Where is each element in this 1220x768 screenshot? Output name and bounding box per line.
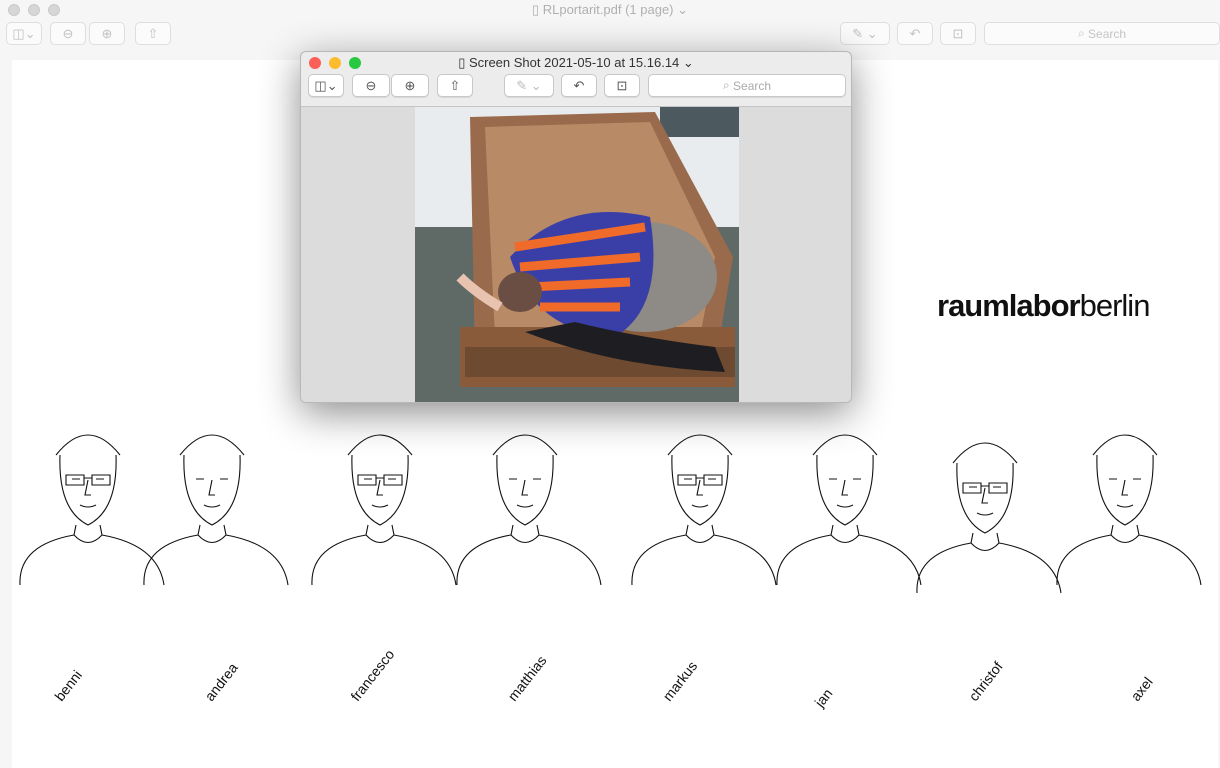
toolbox-icon[interactable]: ⊡ [604,74,640,97]
document-icon: ▯ [531,2,543,17]
zoom-in-icon[interactable]: ⊕ [391,74,429,97]
popup-toolbar: ◫⌄ ⊖ ⊕ ⇧ ✎ ⌄ ↶ ⊡ ⌕ Search [301,74,851,104]
portrait-sketch [311,434,457,586]
search-icon: ⌕ [1077,26,1089,40]
popup-title-bar: ▯ Screen Shot 2021-05-10 at 15.16.14 ⌄ [301,52,851,74]
rotate-icon[interactable]: ↶ [561,74,597,97]
portrait-sketch [916,442,1062,594]
suitcase-photo [415,107,739,402]
toolbar: ◫⌄ ⊖ ⊕ ⇧ ✎ ⌄ ↶ ⊡ ⌕ Search [0,22,1220,52]
sidebar-icon[interactable]: ◫⌄ [6,22,42,45]
zoom-in-icon[interactable]: ⊕ [89,22,125,45]
markup-icon[interactable]: ✎ ⌄ [504,74,554,97]
share-icon[interactable]: ⇧ [135,22,171,45]
close-button[interactable] [8,4,20,16]
minimize-button[interactable] [329,57,341,69]
portrait-sketch [631,434,777,586]
zoom-button[interactable] [349,57,361,69]
document-icon: ▯ [458,55,469,70]
search-icon: ⌕ [722,78,734,92]
markup-icon[interactable]: ✎ ⌄ [840,22,890,45]
preview-popup-window: ▯ Screen Shot 2021-05-10 at 15.16.14 ⌄ ◫… [300,51,852,403]
portrait-sketch [456,434,602,586]
share-icon[interactable]: ⇧ [437,74,473,97]
zoom-out-icon[interactable]: ⊖ [352,74,390,97]
title-bar: ▯ RLportarit.pdf (1 page) ⌄ [0,0,1220,22]
minimize-button[interactable] [28,4,40,16]
portrait-sketch [776,434,922,586]
close-button[interactable] [309,57,321,69]
search-input[interactable]: ⌕ Search [984,22,1220,45]
search-input[interactable]: ⌕ Search [648,74,846,97]
image-view [301,106,851,402]
window-title[interactable]: RLportarit.pdf (1 page) [543,2,674,17]
zoom-out-icon[interactable]: ⊖ [50,22,86,45]
portrait-sketch [19,434,165,586]
rotate-icon[interactable]: ↶ [897,22,933,45]
window-controls [309,57,361,69]
portrait-sketch [143,434,289,586]
zoom-button[interactable] [48,4,60,16]
toolbox-icon[interactable]: ⊡ [940,22,976,45]
sidebar-icon[interactable]: ◫⌄ [308,74,344,97]
portrait-sketch [1056,434,1202,586]
window-controls [8,4,60,16]
popup-title[interactable]: Screen Shot 2021-05-10 at 15.16.14 [469,55,679,70]
